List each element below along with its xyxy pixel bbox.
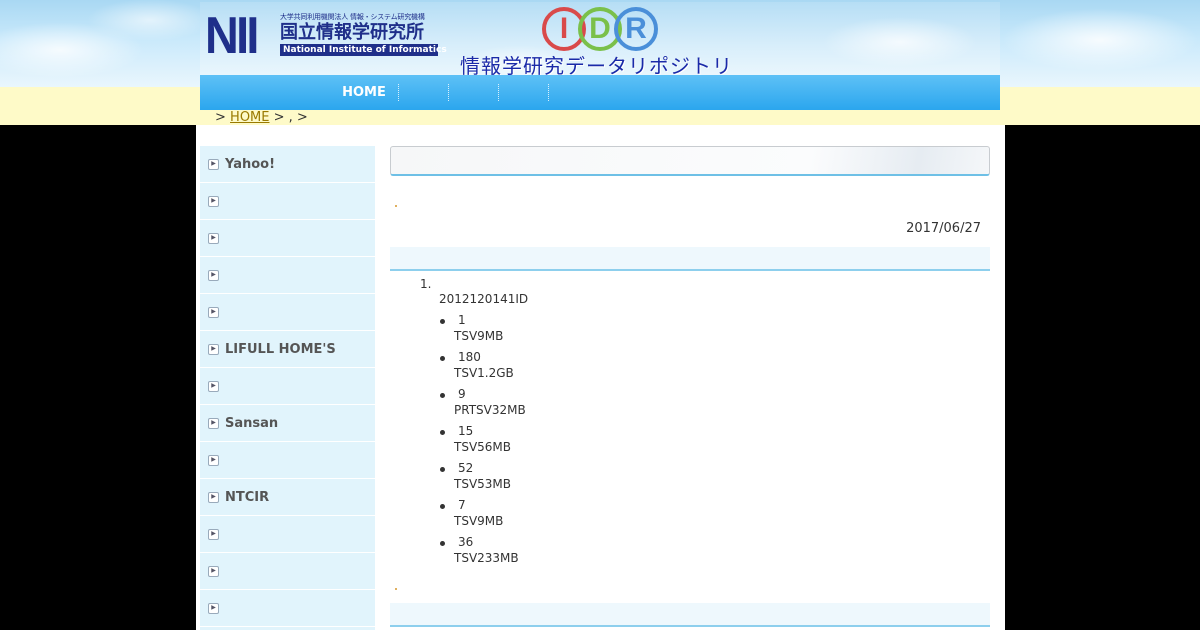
bullet-icon [440, 430, 445, 435]
file-description: TSV233MB [454, 551, 519, 565]
section-header [390, 603, 990, 627]
sidebar-item[interactable]: ▶ [200, 183, 375, 220]
sidebar-item-label: Yahoo! [225, 156, 276, 172]
breadcrumb-separator: > [215, 110, 226, 125]
nii-logo-text: 大学共同利用機関法人 情報・システム研究機構 国立情報学研究所 National… [280, 12, 447, 56]
file-count: 1 [458, 313, 466, 327]
bullet-icon [440, 393, 445, 398]
nav-item[interactable] [398, 84, 448, 101]
sidebar-item-label: Sansan [225, 415, 279, 431]
file-description: PRTSV32MB [454, 403, 526, 417]
file-count: 52 [458, 461, 474, 475]
file-description: TSV9MB [454, 329, 504, 343]
chevron-right-icon: ▶ [208, 454, 219, 466]
list-item-text: 2012120141ID [439, 292, 529, 306]
file-count: 7 [458, 498, 466, 512]
sidebar-item[interactable]: ▶ [200, 368, 375, 405]
chevron-right-icon: ▶ [208, 565, 219, 577]
chevron-right-icon: ▶ [208, 232, 219, 244]
chevron-right-icon: ▶ [208, 306, 219, 318]
sidebar-item-sansan[interactable]: ▶ Sansan [200, 405, 375, 442]
nav-item[interactable] [498, 84, 548, 101]
sidebar-item[interactable]: ▶ [200, 553, 375, 590]
sidebar-item-ntcir[interactable]: ▶ NTCIR [200, 479, 375, 516]
sidebar-item[interactable]: ▶ [200, 442, 375, 479]
sidebar-item[interactable]: ▶ [200, 294, 375, 331]
chevron-right-icon: ▶ [208, 380, 219, 392]
chevron-right-icon: ▶ [208, 602, 219, 614]
sidebar-item[interactable]: ▶ [200, 220, 375, 257]
breadcrumb-home-link[interactable]: HOME [230, 110, 269, 125]
site-title: 情報学研究データリポジトリ [460, 54, 733, 75]
file-description: TSV56MB [454, 440, 512, 454]
sidebar-item-yahoo[interactable]: ▶ Yahoo! [200, 146, 375, 183]
nii-name-jp: 国立情報学研究所 [280, 22, 424, 43]
file-count: 180 [458, 350, 481, 364]
page-title [390, 146, 990, 176]
bullet-icon [440, 319, 445, 324]
breadcrumb-trail: > , > [273, 110, 308, 125]
sidebar-item-lifull-homes[interactable]: ▶ LIFULL HOME'S [200, 331, 375, 368]
chevron-right-icon: ▶ [208, 343, 219, 355]
nii-organization-label: 大学共同利用機関法人 情報・システム研究機構 [280, 13, 425, 21]
bullet-icon [440, 356, 445, 361]
chevron-right-icon: ▶ [208, 491, 219, 503]
chevron-right-icon: ▶ [208, 195, 219, 207]
file-count: 9 [458, 387, 466, 401]
chevron-right-icon: ▶ [208, 158, 219, 170]
file-count: 36 [458, 535, 474, 549]
nii-logo-mark: NII [205, 7, 259, 65]
publish-date: 2017/06/27 [906, 221, 981, 236]
nav-item[interactable] [448, 84, 498, 101]
section-header [390, 247, 990, 271]
nii-name-en: National Institute of Informatics [280, 44, 447, 56]
nav-item[interactable] [548, 84, 598, 101]
sidebar-item[interactable]: ▶ [200, 590, 375, 627]
file-description: TSV53MB [454, 477, 512, 491]
main-nav: HOME [200, 75, 1000, 110]
bullet-icon [440, 504, 445, 509]
bullet-icon [440, 467, 445, 472]
sidebar-item[interactable]: ▶ [200, 516, 375, 553]
sidebar: ▶ Yahoo! ▶ ▶ ▶ ▶ ▶ LIFULL HOME'S ▶ ▶ San… [200, 146, 375, 630]
dataset-marker-icon [395, 588, 397, 590]
file-description: TSV1.2GB [454, 366, 514, 380]
file-description: TSV9MB [454, 514, 504, 528]
chevron-right-icon: ▶ [208, 528, 219, 540]
main-content: 2017/06/27 1. 2012120141ID 1 TSV9MB 180 … [390, 146, 990, 627]
idr-logo[interactable]: I D R [540, 5, 660, 53]
nav-home-link[interactable]: HOME [330, 84, 398, 101]
sidebar-item-label: NTCIR [225, 489, 270, 505]
sidebar-item-label: LIFULL HOME'S [225, 341, 336, 357]
chevron-right-icon: ▶ [208, 417, 219, 429]
sidebar-item[interactable]: ▶ [200, 257, 375, 294]
file-count: 15 [458, 424, 474, 438]
bullet-icon [440, 541, 445, 546]
idr-logo-r: R [614, 7, 658, 51]
dataset-marker-icon [395, 205, 397, 207]
nii-logo[interactable]: NII 大学共同利用機関法人 情報・システム研究機構 国立情報学研究所 Nati… [205, 7, 447, 65]
breadcrumb: > HOME > , > [215, 110, 308, 126]
chevron-right-icon: ▶ [208, 269, 219, 281]
list-number: 1. [420, 277, 432, 291]
site-header: NII 大学共同利用機関法人 情報・システム研究機構 国立情報学研究所 Nati… [200, 2, 1000, 75]
